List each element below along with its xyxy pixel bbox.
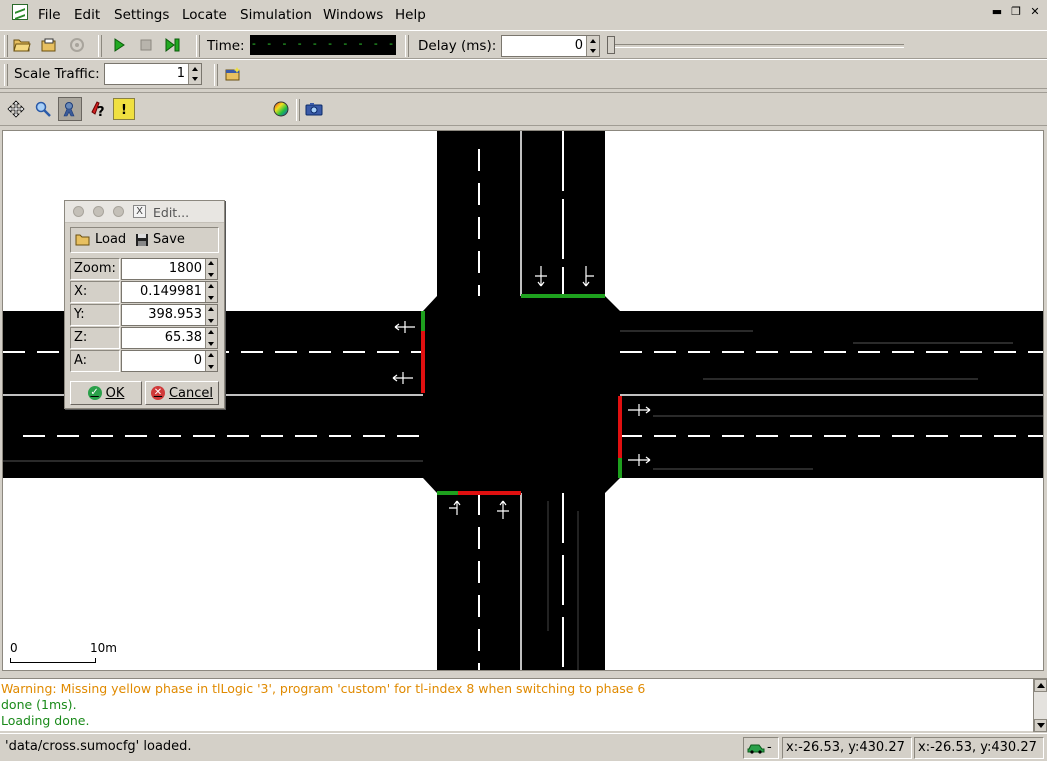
x-input[interactable]: 0.149981 [121,281,218,303]
dialog-title: Edit... [153,205,190,220]
menu-windows[interactable]: Windows [323,7,383,23]
save-disk-icon [136,233,148,246]
zoom-icon[interactable] [32,98,54,120]
delay-slider-track[interactable] [610,44,904,48]
y-label: Y: [70,304,120,326]
check-icon: ✓ [87,386,102,400]
menu-simulation[interactable]: Simulation [240,7,312,23]
menu-settings[interactable]: Settings [114,7,169,23]
recenter-view-icon[interactable] [5,98,27,120]
view-toolbar: ? ! standard [0,92,1047,212]
z-label: Z: [70,327,120,349]
toolbar-grip[interactable] [296,99,300,121]
zoom-input[interactable]: 1800 [121,258,218,280]
car-icon [747,744,765,754]
dialog-maximize-dot[interactable] [113,206,124,217]
z-input[interactable]: 65.38 [121,327,218,349]
scale-start-label: 0 [10,641,18,655]
dialog-close-dot[interactable] [73,206,84,217]
scroll-up-icon[interactable] [1034,679,1047,692]
toolbar-grip[interactable] [4,35,8,57]
scroll-down-icon[interactable] [1034,719,1047,732]
scale-bar: 0 10m [10,641,117,663]
open-folder-icon[interactable] [11,34,33,56]
delay-slider-thumb[interactable] [607,36,615,54]
restore-icon[interactable]: ❐ [1009,6,1023,19]
cursor-coords-cell: x:-26.53, y:430.27 [782,737,912,759]
traffic-toolbar: Scale Traffic: 1 [0,59,1047,89]
ok-button[interactable]: ✓ OK [70,381,142,405]
help-query-icon[interactable]: ? [86,98,108,120]
log-line: done (1ms). [1,697,77,712]
svg-text:?: ? [97,105,105,118]
junction-area [423,296,620,493]
a-label: A: [70,350,120,372]
open-folder-icon [75,234,90,245]
toolbar-grip[interactable] [4,64,8,86]
menu-file[interactable]: File [38,7,61,23]
scale-traffic-label: Scale Traffic: [14,66,100,82]
status-message: 'data/cross.sumocfg' loaded. [5,739,192,754]
menu-help[interactable]: Help [395,7,426,23]
reload-icon[interactable] [38,34,60,56]
minimize-icon[interactable]: ▬ [990,6,1004,19]
scale-end-label: 10m [90,641,117,655]
x-label: X: [70,281,120,303]
color-wheel-icon[interactable] [270,98,292,120]
delay-label: Delay (ms): [418,38,497,54]
play-icon[interactable] [108,34,130,56]
app-logo-icon [12,4,28,20]
menu-bar: File Edit Settings Locate Simulation Win… [0,0,1047,30]
close-simulation-icon[interactable] [66,34,88,56]
toolbar-grip[interactable] [214,64,218,86]
a-input[interactable]: 0 [121,350,218,372]
save-button[interactable]: Save [135,232,185,247]
screenshot-camera-icon[interactable] [303,98,325,120]
cancel-x-icon: ✕ [150,386,165,400]
scale-traffic-spinner[interactable]: 1 [104,63,202,85]
x11-icon: X [133,205,146,218]
new-view-icon[interactable] [222,63,244,85]
log-line-warning: Warning: Missing yellow phase in tlLogic… [1,681,646,696]
dialog-button-bar: Load Save [70,227,219,253]
toolbar-grip[interactable] [405,35,409,57]
y-input[interactable]: 398.953 [121,304,218,326]
edit-viewport-dialog: X Edit... Load Save Zoom: 1800 X: 0.1499… [64,200,225,409]
stop-icon[interactable] [135,34,157,56]
menu-edit[interactable]: Edit [74,7,100,23]
message-log[interactable]: Warning: Missing yellow phase in tlLogic… [0,678,1047,732]
log-scrollbar[interactable] [1033,679,1047,732]
zoom-label: Zoom: [70,258,120,280]
toolbar-grip[interactable] [98,35,102,57]
delay-spinner[interactable]: 0 [501,35,600,57]
load-button[interactable]: Load [75,232,126,247]
svg-text:!: ! [121,103,127,116]
scale-bar-line [10,658,96,663]
toolbar-grip[interactable] [196,35,200,57]
time-display: - - - - - - - - - - - - - - - - - [250,35,396,55]
step-icon[interactable] [162,34,184,56]
dialog-minimize-dot[interactable] [93,206,104,217]
status-bar: 'data/cross.sumocfg' loaded. - x:-26.53,… [0,733,1047,761]
vehicle-count-cell: - [743,737,779,759]
cancel-button[interactable]: ✕ Cancel [145,381,219,405]
locate-icon[interactable] [58,97,82,121]
geo-coords-cell: x:-26.53, y:430.27 [914,737,1044,759]
log-line: Loading done. [1,713,90,728]
time-label: Time: [207,38,245,54]
tooltip-toggle-icon[interactable]: ! [113,98,135,120]
menu-locate[interactable]: Locate [182,7,227,23]
dialog-titlebar[interactable]: X Edit... [65,201,224,223]
close-icon[interactable]: ✕ [1028,6,1042,19]
